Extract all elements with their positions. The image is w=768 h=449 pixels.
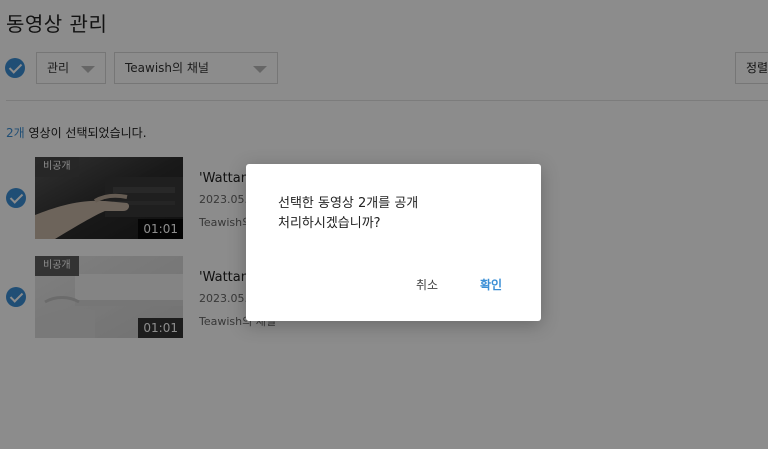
dialog-message: 선택한 동영상 2개를 공개 처리하시겠습니까? bbox=[278, 196, 419, 231]
confirm-dialog: 선택한 동영상 2개를 공개 처리하시겠습니까? 취소 확인 bbox=[246, 164, 541, 321]
confirm-button[interactable]: 확인 bbox=[480, 276, 502, 293]
cancel-button[interactable]: 취소 bbox=[416, 276, 438, 293]
